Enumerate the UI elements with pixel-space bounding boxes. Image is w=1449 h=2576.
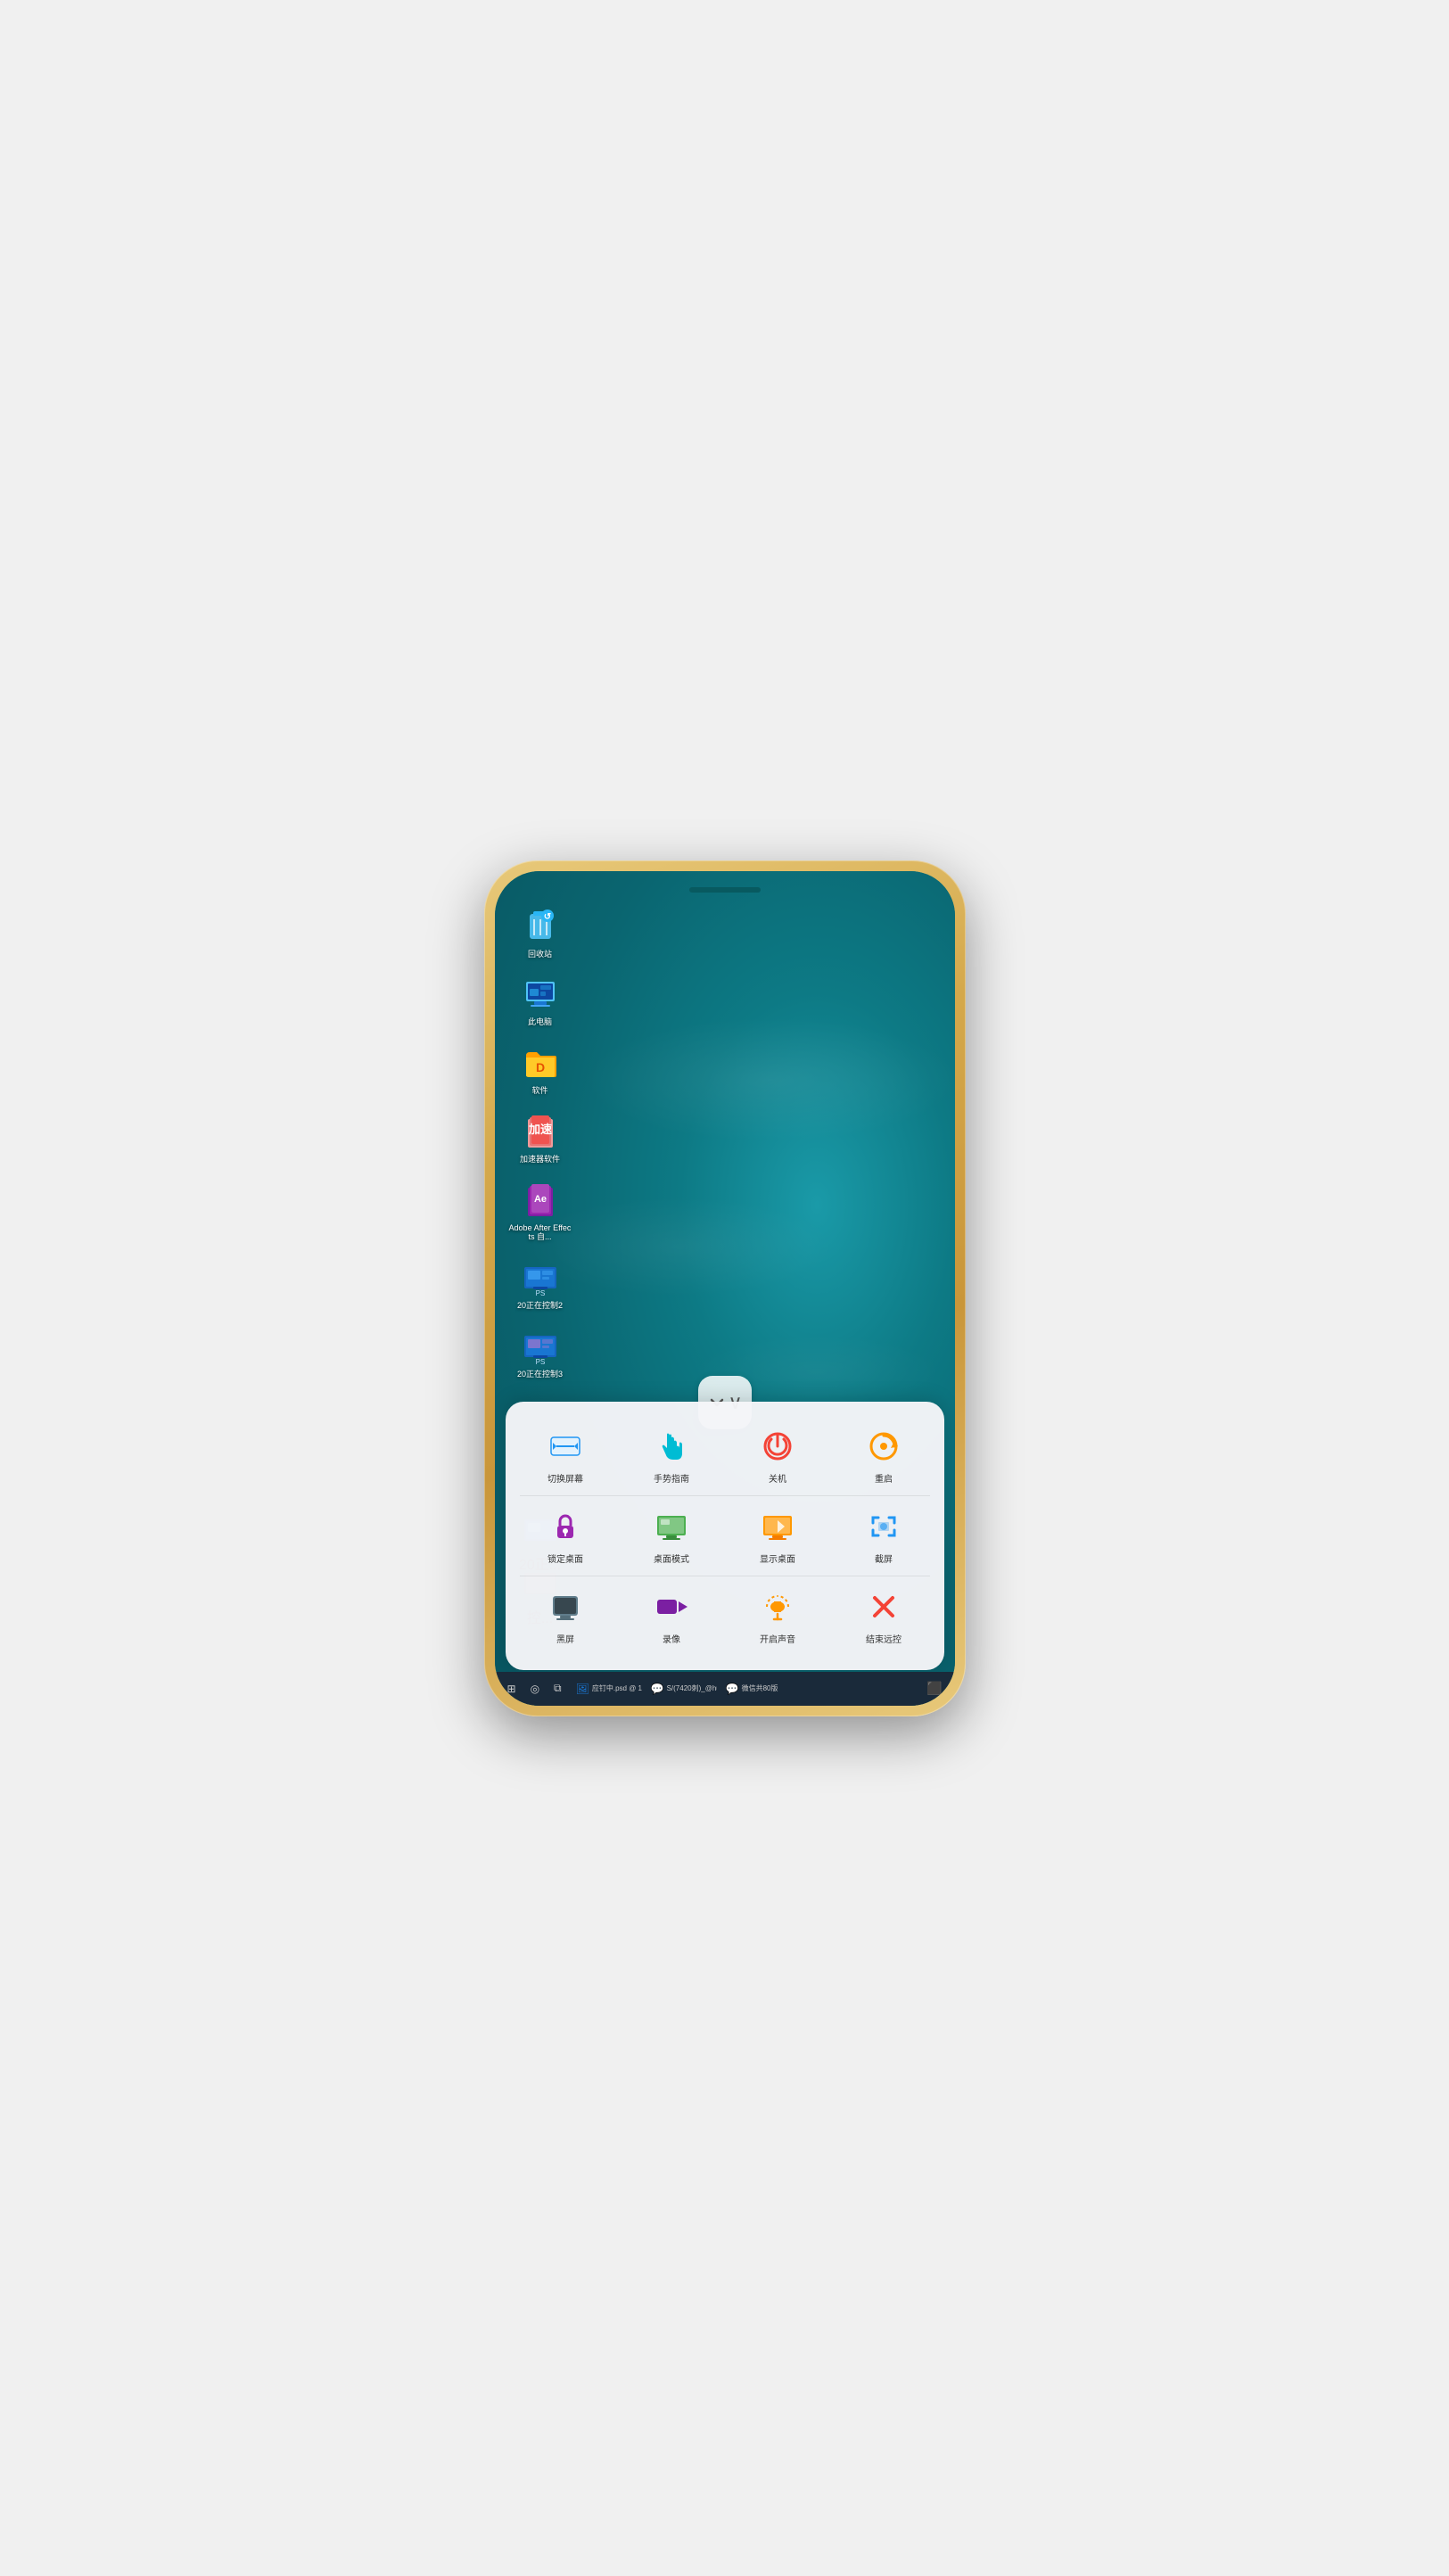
control-restart[interactable]: 重启 <box>831 1416 937 1495</box>
control-switch-screen[interactable]: 切换屏幕 <box>513 1416 619 1495</box>
end-remote-icon <box>864 1587 903 1626</box>
taskbar-start[interactable]: ⊞ <box>502 1676 522 1701</box>
svg-text:D: D <box>535 1060 544 1074</box>
control-power[interactable]: 关机 <box>725 1416 831 1495</box>
switch-screen-label: 切换屏幕 <box>547 1471 583 1485</box>
svg-text:↺: ↺ <box>543 912 550 922</box>
wechat-user-icon: 💬 <box>651 1683 664 1695</box>
sound-label: 开启声音 <box>760 1632 795 1645</box>
screenshot-icon <box>864 1507 903 1546</box>
svg-text:PS: PS <box>535 1289 545 1296</box>
desktop-mode-icon <box>652 1507 691 1546</box>
taskbar-extra[interactable]: ⬛ <box>921 1676 947 1701</box>
ps1-icon: PS <box>521 1258 560 1297</box>
speaker <box>689 887 761 893</box>
control-end-remote[interactable]: 结束远控 <box>831 1576 937 1656</box>
svg-text:加速: 加速 <box>527 1123 551 1136</box>
desktop-icon-software[interactable]: D 软件 <box>509 1043 572 1096</box>
gesture-icon <box>652 1427 691 1466</box>
record-label: 录像 <box>663 1632 680 1645</box>
gesture-label: 手势指南 <box>654 1471 689 1485</box>
ae-icon: Ae <box>521 1181 560 1220</box>
power-label: 关机 <box>769 1471 786 1485</box>
sound-icon <box>758 1587 797 1626</box>
accelerator-icon: 加速 <box>521 1112 560 1151</box>
black-screen-icon <box>546 1587 585 1626</box>
recycle-icon: ↺ <box>521 907 560 946</box>
lock-icon <box>546 1507 585 1546</box>
search-icon: ◎ <box>531 1683 539 1695</box>
end-remote-label: 结束远控 <box>866 1632 902 1645</box>
show-desktop-label: 显示桌面 <box>760 1551 795 1565</box>
recycle-label: 回收站 <box>528 950 552 959</box>
record-icon <box>652 1587 691 1626</box>
taskbar: ⊞ ◎ ⧉ 🖼 应钉中.psd @ 100... 💬 S/(7420刺)_@hu… <box>495 1672 955 1706</box>
ps-file-icon: 🖼 <box>576 1683 589 1695</box>
black-screen-label: 黑屏 <box>556 1632 574 1645</box>
computer-label: 此电脑 <box>528 1017 552 1027</box>
desktop-icons-column: ↺ 回收站 <box>509 907 572 1379</box>
desktop-mode-label: 桌面模式 <box>654 1551 689 1565</box>
control-gesture[interactable]: 手势指南 <box>619 1416 725 1495</box>
power-icon <box>758 1427 797 1466</box>
start-icon: ⊞ <box>507 1683 516 1695</box>
phone-screen: ↺ 回收站 <box>495 871 955 1706</box>
taskbar-taskview[interactable]: ⧉ <box>548 1676 567 1701</box>
control-record[interactable]: 录像 <box>619 1576 725 1656</box>
wechat-work-label: 微信共80版 <box>742 1683 778 1693</box>
screenshot-label: 截屏 <box>875 1551 893 1565</box>
accelerator-label: 加速器软件 <box>520 1155 560 1165</box>
computer-icon <box>521 975 560 1014</box>
switch-screen-icon <box>546 1427 585 1466</box>
taskbar-wechat-user[interactable]: 💬 S/(7420刺)_@hua... <box>646 1676 717 1701</box>
software-label: 软件 <box>531 1086 547 1096</box>
control-panel: 切换屏幕 手势指南 <box>506 1402 944 1670</box>
control-screenshot[interactable]: 截屏 <box>831 1496 937 1576</box>
desktop-icon-accelerator[interactable]: 加速 加速器软件 <box>509 1112 572 1165</box>
ae-label: Adobe After Effects 自... <box>509 1223 572 1243</box>
svg-text:Ae: Ae <box>533 1194 546 1205</box>
phone-frame: ↺ 回收站 <box>484 860 966 1716</box>
control-lock-desktop[interactable]: 锁定桌面 <box>513 1496 619 1576</box>
desktop-icon-computer[interactable]: 此电脑 <box>509 975 572 1027</box>
ps-file-label: 应钉中.psd @ 100... <box>592 1683 642 1693</box>
control-sound[interactable]: 开启声音 <box>725 1576 831 1656</box>
control-black-screen[interactable]: 黑屏 <box>513 1576 619 1656</box>
desktop-icon-ps2[interactable]: PS 20正在控制3 <box>509 1327 572 1379</box>
control-show-desktop[interactable]: 显示桌面 <box>725 1496 831 1576</box>
ps2-label: 20正在控制3 <box>517 1370 563 1379</box>
taskview-icon: ⧉ <box>554 1682 562 1695</box>
ps2-icon: PS <box>521 1327 560 1366</box>
ps1-label: 20正在控制2 <box>517 1301 563 1311</box>
show-desktop-icon <box>758 1507 797 1546</box>
svg-text:PS: PS <box>535 1358 545 1364</box>
extra-icon: ⬛ <box>926 1681 942 1696</box>
taskbar-ps-file[interactable]: 🖼 应钉中.psd @ 100... <box>571 1676 642 1701</box>
taskbar-wechat-work[interactable]: 💬 微信共80版 <box>720 1676 784 1701</box>
software-icon: D <box>521 1043 560 1082</box>
control-grid: 切换屏幕 手势指南 <box>513 1416 937 1656</box>
control-desktop-mode[interactable]: 桌面模式 <box>619 1496 725 1576</box>
desktop-icon-recycle[interactable]: ↺ 回收站 <box>509 907 572 959</box>
wechat-work-icon: 💬 <box>726 1683 739 1695</box>
lock-desktop-label: 锁定桌面 <box>547 1551 583 1565</box>
restart-icon <box>864 1427 903 1466</box>
desktop-icon-ae[interactable]: Ae Adobe After Effects 自... <box>509 1181 572 1243</box>
desktop: ↺ 回收站 <box>495 871 955 1706</box>
desktop-icon-ps1[interactable]: PS 20正在控制2 <box>509 1258 572 1311</box>
wechat-user-label: S/(7420刺)_@hua... <box>667 1683 717 1693</box>
restart-label: 重启 <box>875 1471 893 1485</box>
taskbar-search[interactable]: ◎ <box>525 1676 545 1701</box>
